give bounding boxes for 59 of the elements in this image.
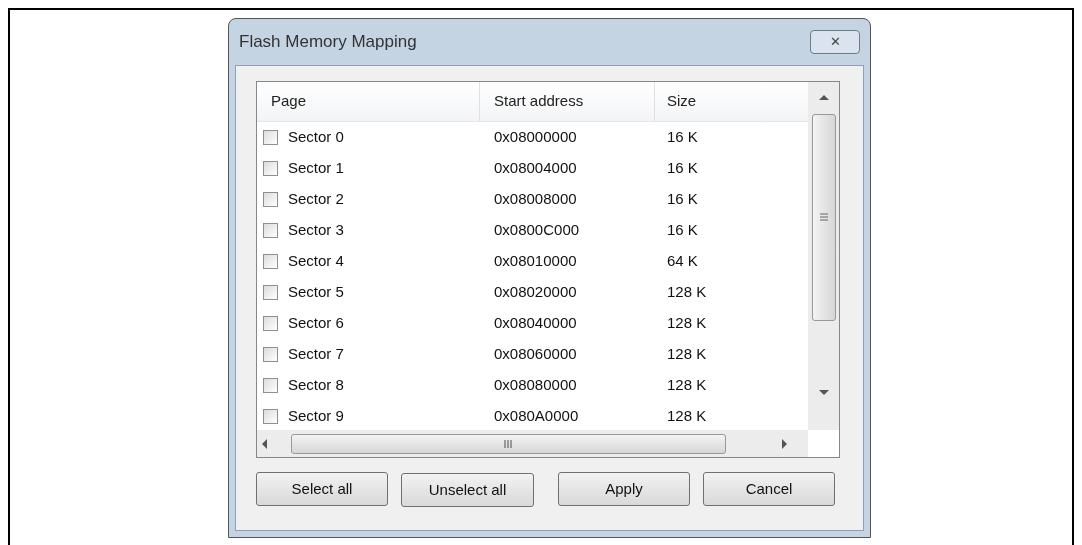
window-title: Flash Memory Mapping bbox=[239, 31, 417, 54]
table-cell-text: Sector 5 bbox=[288, 282, 344, 303]
table-cell: 0x08010000 bbox=[494, 252, 577, 270]
checkbox[interactable] bbox=[263, 161, 278, 176]
table-cell-text: Sector 2 bbox=[288, 189, 344, 210]
table-cell: 128 K bbox=[667, 345, 707, 363]
table-cell: 64 K bbox=[667, 252, 698, 270]
scroll-left-icon[interactable] bbox=[261, 438, 269, 449]
checkbox[interactable] bbox=[263, 347, 278, 362]
table-cell: 16 K bbox=[667, 190, 698, 208]
grip-icon bbox=[819, 213, 828, 222]
table-cell: 0x08060000 bbox=[494, 345, 577, 363]
checkbox[interactable] bbox=[263, 316, 278, 331]
table-cell: 128 K bbox=[667, 407, 707, 425]
table-cell-text: Sector 7 bbox=[288, 344, 344, 365]
column-header[interactable]: Page bbox=[257, 82, 480, 121]
checkbox[interactable] bbox=[263, 378, 278, 393]
checkbox[interactable] bbox=[263, 192, 278, 207]
vertical-scrollbar[interactable] bbox=[808, 82, 839, 430]
table-cell: 0x08080000 bbox=[494, 376, 577, 394]
table-cell: 128 K bbox=[667, 376, 707, 394]
table-cell: 16 K bbox=[667, 221, 698, 239]
checkbox[interactable] bbox=[263, 223, 278, 238]
table-cell: 16 K bbox=[667, 128, 698, 146]
horizontal-scrollbar[interactable] bbox=[257, 430, 808, 457]
scrollbar-thumb[interactable] bbox=[291, 433, 726, 454]
table-cell: 128 K bbox=[667, 314, 707, 332]
checkbox[interactable] bbox=[263, 254, 278, 269]
scroll-up-icon[interactable] bbox=[818, 94, 829, 100]
table-cell: 0x080A0000 bbox=[494, 407, 579, 425]
scroll-down-icon[interactable] bbox=[818, 390, 829, 396]
table-cell-text: Sector 3 bbox=[288, 220, 344, 241]
table-cell-text: Sector 0 bbox=[288, 127, 344, 148]
table-cell: 0x08004000 bbox=[494, 159, 577, 177]
table-cell-text: Sector 1 bbox=[288, 158, 344, 179]
table-cell: 128 K bbox=[667, 283, 707, 301]
table-cell-text: Sector 4 bbox=[288, 251, 344, 272]
scrollbar-thumb[interactable] bbox=[811, 114, 836, 321]
column-header[interactable]: Start address bbox=[480, 82, 655, 121]
dialog-button[interactable]: Apply bbox=[558, 472, 690, 506]
close-button[interactable]: ✕ bbox=[810, 30, 860, 54]
table-cell: 0x08020000 bbox=[494, 283, 577, 301]
dialog-button[interactable]: Select all bbox=[256, 472, 388, 506]
dialog-button[interactable]: Cancel bbox=[703, 472, 835, 506]
column-header[interactable]: Size bbox=[655, 82, 808, 121]
table-cell: 0x08000000 bbox=[494, 128, 577, 146]
table-cell-text: Sector 9 bbox=[288, 406, 344, 427]
scroll-right-icon[interactable] bbox=[780, 438, 788, 449]
checkbox[interactable] bbox=[263, 285, 278, 300]
grip-icon bbox=[504, 439, 513, 448]
table-cell: 0x08008000 bbox=[494, 190, 577, 208]
table-cell-text: Sector 8 bbox=[288, 375, 344, 396]
dialog-button[interactable]: Unselect all bbox=[401, 473, 534, 507]
table-cell: 16 K bbox=[667, 159, 698, 177]
table-cell-text: Sector 6 bbox=[288, 313, 344, 334]
table-cell: 0x0800C000 bbox=[494, 221, 580, 239]
table-cell: 0x08040000 bbox=[494, 314, 577, 332]
checkbox[interactable] bbox=[263, 130, 278, 145]
checkbox[interactable] bbox=[263, 409, 278, 424]
